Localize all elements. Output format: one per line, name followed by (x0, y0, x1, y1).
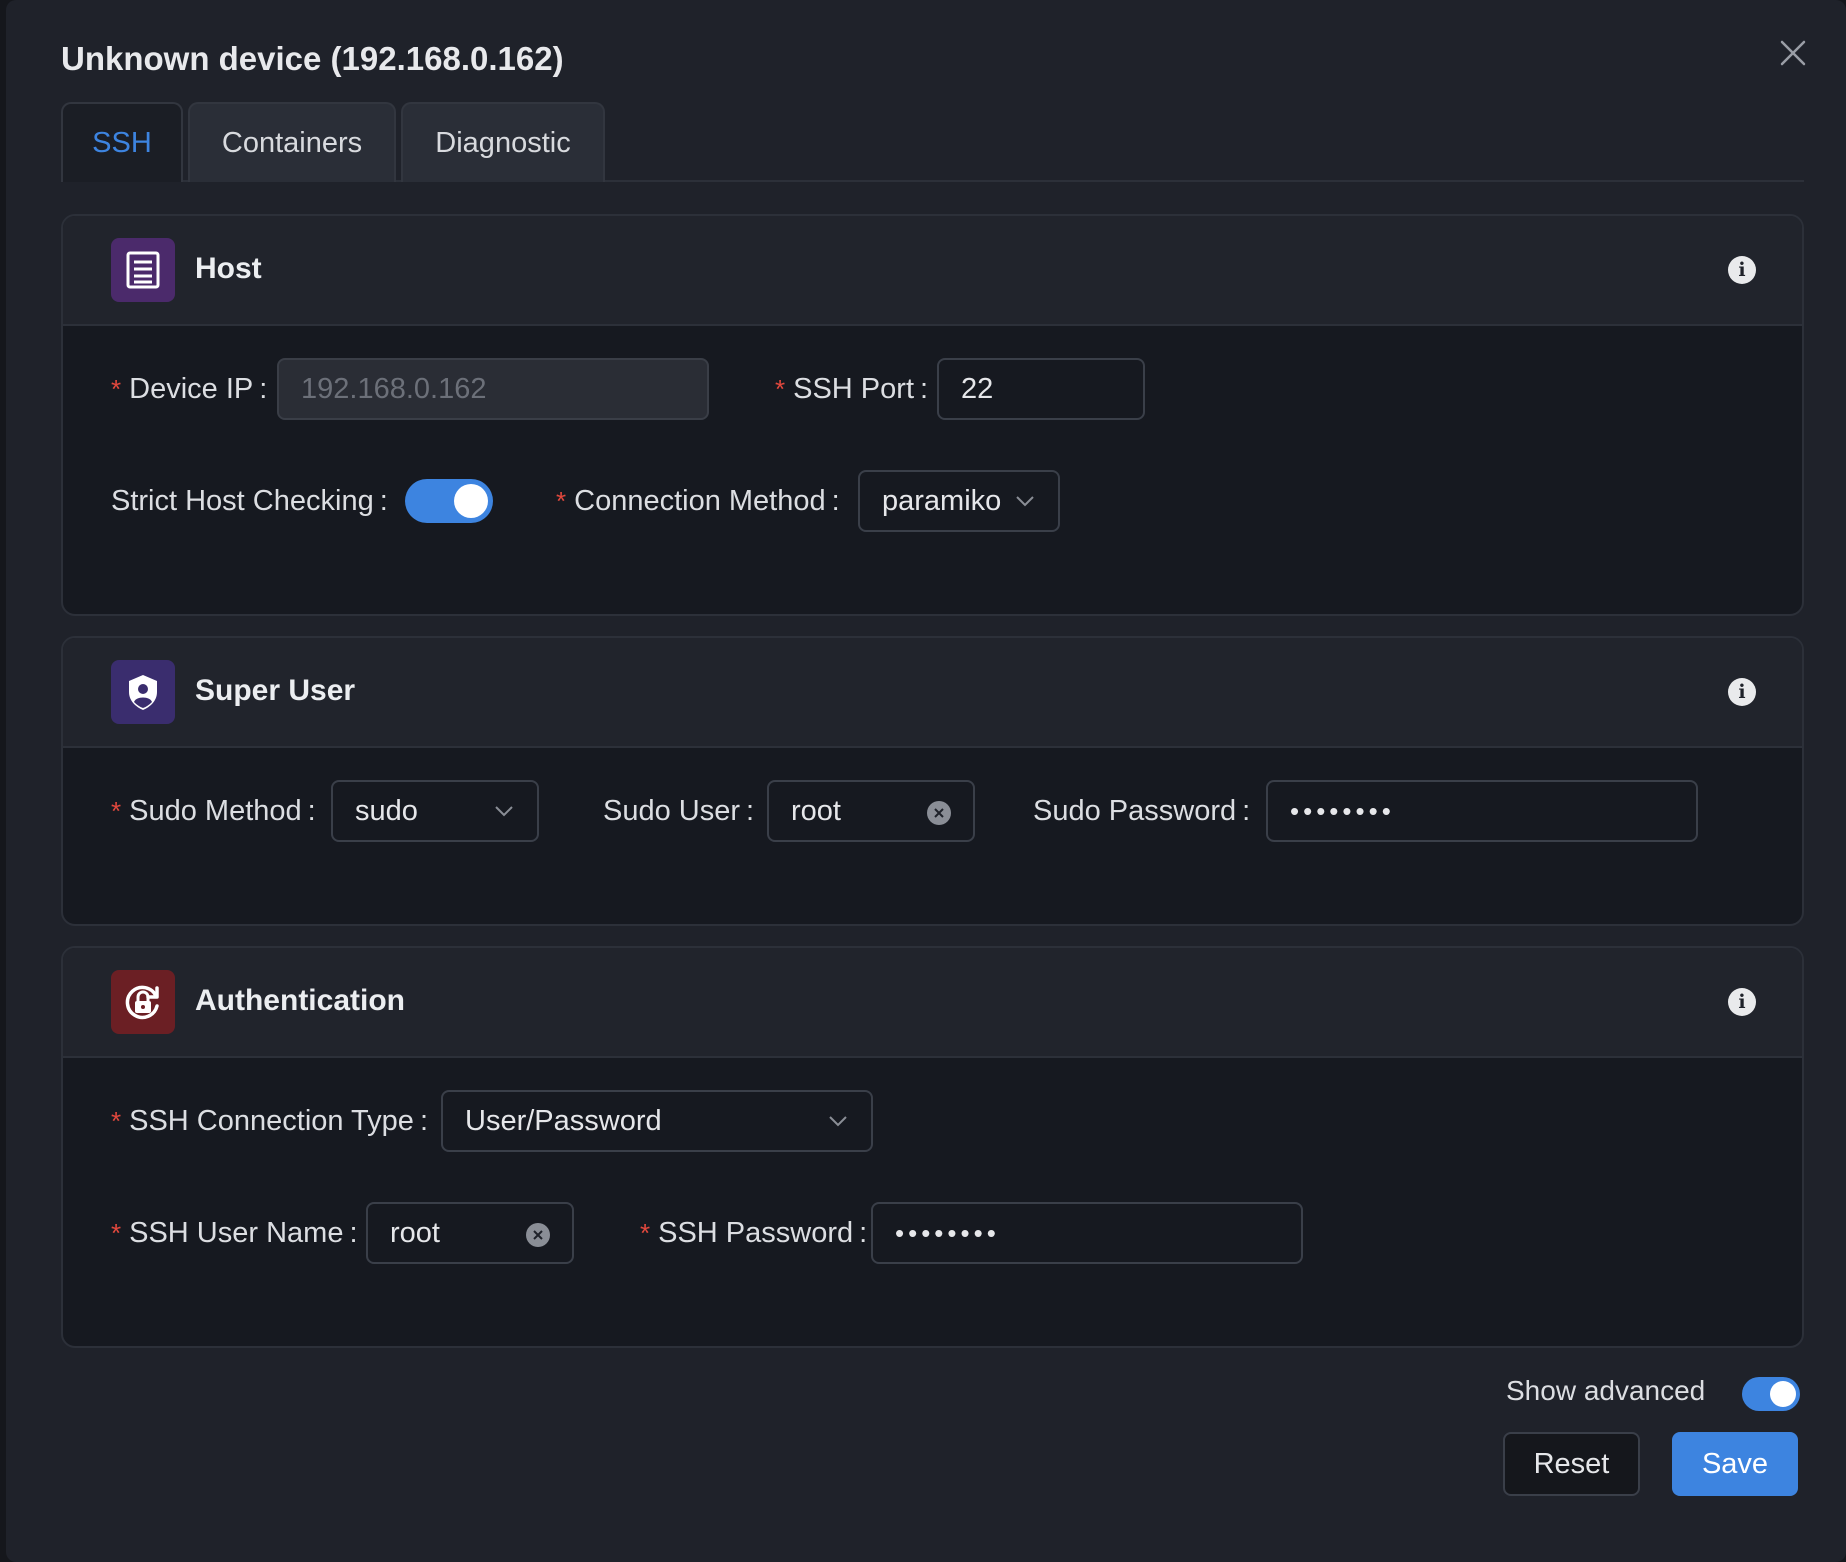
sudo-password-input[interactable]: •••••••• (1266, 780, 1698, 842)
super-user-section-header: Super User i (63, 638, 1802, 748)
toggle-knob (1770, 1381, 1796, 1407)
required-marker: * (111, 1105, 122, 1136)
ssh-user-name-input[interactable]: root (366, 1202, 574, 1264)
chevron-down-icon (829, 1116, 847, 1127)
tab-label: Diagnostic (435, 126, 571, 159)
sudo-method-label: * Sudo Method: (111, 794, 316, 827)
select-value: paramiko (882, 484, 1002, 517)
dialog-title: Unknown device (192.168.0.162) (61, 40, 564, 77)
sudo-user-input[interactable]: root (767, 780, 975, 842)
show-advanced-label: Show advanced (1506, 1375, 1706, 1406)
required-marker: * (775, 373, 786, 404)
required-marker: * (111, 373, 122, 404)
device-dialog: Unknown device (192.168.0.162) SSH Conta… (6, 0, 1846, 1562)
chevron-down-icon (495, 806, 513, 817)
device-ip-input[interactable]: 192.168.0.162 (277, 358, 709, 420)
tab-diagnostic[interactable]: Diagnostic (401, 102, 605, 182)
tab-label: Containers (221, 126, 363, 159)
toggle-knob (454, 484, 488, 518)
clear-icon[interactable] (526, 1223, 550, 1247)
tab-ssh[interactable]: SSH (61, 102, 183, 182)
ssh-port-label: * SSH Port: (775, 372, 929, 405)
ssh-password-input[interactable]: •••••••• (871, 1202, 1303, 1264)
required-marker: * (640, 1217, 651, 1248)
show-advanced-toggle[interactable] (1742, 1377, 1800, 1411)
save-button[interactable]: Save (1672, 1432, 1798, 1496)
authentication-section: Authentication i * SSH Connection Type: U… (61, 946, 1804, 1348)
strict-host-checking-label: Strict Host Checking: (111, 484, 388, 517)
server-icon (111, 238, 175, 302)
super-user-title: Super User (195, 674, 356, 707)
strict-host-checking-toggle[interactable] (405, 479, 493, 523)
sudo-method-select[interactable]: sudo (331, 780, 539, 842)
ssh-user-name-label: * SSH User Name: (111, 1216, 358, 1249)
device-ip-label: * Device IP: (111, 372, 268, 405)
sudo-password-label: Sudo Password: (1033, 794, 1251, 827)
password-mask: •••••••• (1290, 795, 1395, 826)
ssh-port-input[interactable]: 22 (937, 358, 1145, 420)
info-icon[interactable]: i (1728, 678, 1756, 706)
ssh-password-label: * SSH Password: (640, 1216, 868, 1249)
host-title: Host (195, 252, 262, 285)
info-icon[interactable]: i (1728, 988, 1756, 1016)
required-marker: * (556, 485, 567, 516)
sudo-user-label: Sudo User: (603, 794, 755, 827)
connection-method-label: * Connection Method: (556, 484, 840, 517)
tab-label: SSH (92, 126, 152, 159)
ssh-connection-type-select[interactable]: User/Password (441, 1090, 873, 1152)
required-marker: * (111, 795, 122, 826)
select-value: User/Password (465, 1104, 662, 1137)
connection-method-select[interactable]: paramiko (858, 470, 1060, 532)
clear-icon[interactable] (927, 801, 951, 825)
lock-refresh-icon (111, 970, 175, 1034)
input-value: root (791, 794, 841, 827)
tab-bar: SSH Containers Diagnostic (61, 102, 1804, 182)
super-user-section: Super User i * Sudo Method: sudo Sudo Use… (61, 636, 1804, 926)
required-marker: * (111, 1217, 122, 1248)
shield-user-icon (111, 660, 175, 724)
host-section-header: Host i (63, 216, 1802, 326)
chevron-down-icon (1016, 496, 1034, 507)
authentication-section-header: Authentication i (63, 948, 1802, 1058)
password-mask: •••••••• (895, 1217, 1000, 1248)
host-section: Host i * Device IP: 192.168.0.162 * SSH Po… (61, 214, 1804, 616)
ssh-connection-type-label: * SSH Connection Type: (111, 1104, 428, 1137)
close-icon[interactable] (1776, 36, 1810, 70)
select-value: sudo (355, 794, 418, 827)
input-value: root (390, 1216, 440, 1249)
info-icon[interactable]: i (1728, 256, 1756, 284)
reset-button[interactable]: Reset (1503, 1432, 1640, 1496)
tab-containers[interactable]: Containers (188, 102, 396, 182)
authentication-title: Authentication (195, 984, 405, 1017)
